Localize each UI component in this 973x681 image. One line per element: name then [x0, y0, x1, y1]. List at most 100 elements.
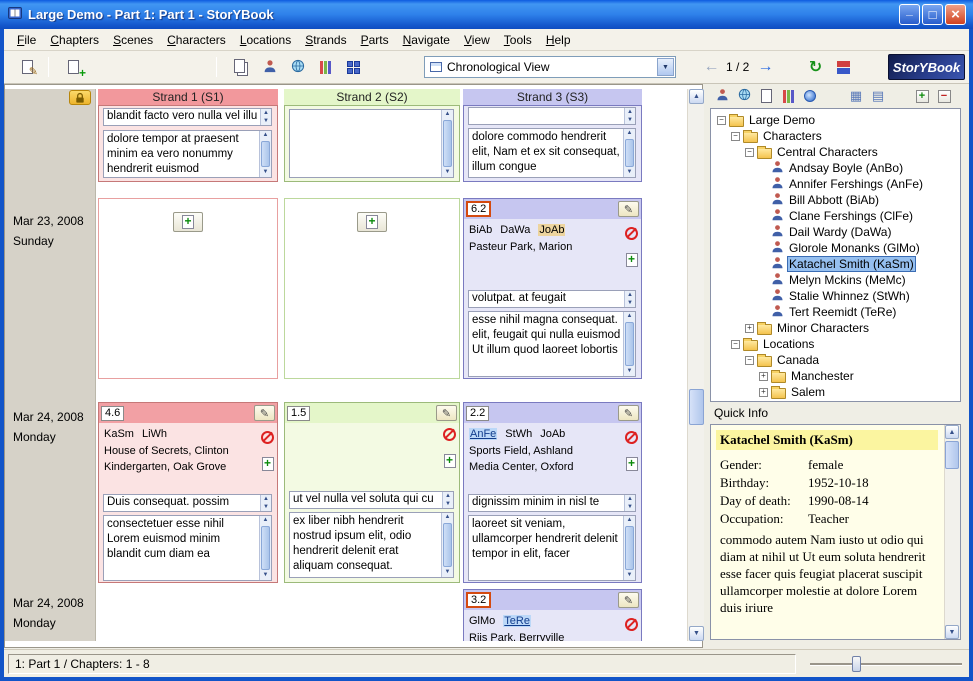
- add-scene-icon[interactable]: [626, 457, 638, 471]
- menu-navigate[interactable]: Navigate: [396, 30, 457, 50]
- area-scrollbar[interactable]: [441, 110, 453, 177]
- collapse-all-button[interactable]: −: [934, 86, 954, 106]
- scroll-up-button[interactable]: [945, 425, 959, 439]
- scene-text-area[interactable]: ex liber nibh hendrerit nostrud ipsum el…: [289, 512, 454, 578]
- scene-summary-field[interactable]: Duis consequat. possim: [103, 494, 272, 512]
- tree-item-bill-abbott[interactable]: Bill Abbott (BiAb): [711, 192, 960, 208]
- tree-item-minor-characters[interactable]: Minor Characters: [711, 320, 960, 336]
- add-scene-button[interactable]: [173, 212, 203, 232]
- expand-toggle[interactable]: [759, 388, 768, 397]
- show-locations-button[interactable]: [734, 86, 754, 106]
- menu-chapters[interactable]: Chapters: [43, 30, 106, 50]
- scene-card-partial[interactable]: blandit facto vero nulla vel illu dolore…: [98, 105, 278, 182]
- open-project-button[interactable]: ✎: [14, 54, 41, 80]
- scene-card-1-5[interactable]: 1.5 ut vel nulla vel soluta qui cu ex li…: [284, 402, 460, 583]
- edit-scene-button[interactable]: [618, 405, 639, 421]
- manage-chapters-button[interactable]: [228, 54, 255, 80]
- area-scrollbar[interactable]: [259, 131, 271, 177]
- field-scrollbar[interactable]: [624, 495, 635, 511]
- view-selector[interactable]: Chronological View: [424, 56, 676, 78]
- scene-text-area[interactable]: esse nihil magna consequat. elit, feugai…: [468, 311, 636, 377]
- show-characters-button[interactable]: [712, 86, 732, 106]
- exclude-scene-icon[interactable]: [625, 618, 638, 631]
- expand-all-button[interactable]: +: [912, 86, 932, 106]
- scrollbar-thumb[interactable]: [945, 441, 959, 469]
- zoom-slider[interactable]: [810, 654, 962, 674]
- tree-item-manchester[interactable]: Manchester: [711, 368, 960, 384]
- menu-view[interactable]: View: [457, 30, 497, 50]
- scene-text-area[interactable]: [289, 109, 454, 178]
- collapse-toggle[interactable]: [731, 132, 740, 141]
- area-scrollbar[interactable]: [623, 312, 635, 376]
- menu-parts[interactable]: Parts: [354, 30, 396, 50]
- tree-item-tert-reemidt[interactable]: Tert Reemidt (TeRe): [711, 304, 960, 320]
- scene-text-area[interactable]: consectetuer esse nihil Lorem euismod mi…: [103, 515, 272, 581]
- menu-tools[interactable]: Tools: [497, 30, 539, 50]
- field-scrollbar[interactable]: [624, 291, 635, 307]
- field-scrollbar[interactable]: [260, 109, 271, 125]
- area-scrollbar[interactable]: [441, 513, 453, 577]
- scene-text-area[interactable]: dolore tempor at praesent minim ea vero …: [103, 130, 272, 178]
- lock-button[interactable]: [69, 90, 91, 105]
- scene-card-4-6[interactable]: 4.6 KaSm LiWh House of Secrets, Clinton …: [98, 402, 278, 583]
- field-scrollbar[interactable]: [624, 108, 635, 124]
- tree-item-locations[interactable]: Locations: [711, 336, 960, 352]
- tree-item-large-demo[interactable]: Large Demo: [711, 112, 960, 128]
- scene-summary-field[interactable]: blandit facto vero nulla vel illu: [103, 108, 272, 126]
- field-scrollbar[interactable]: [442, 492, 453, 508]
- previous-part-button[interactable]: ←: [698, 54, 725, 80]
- layout-rows-button[interactable]: ▤: [868, 86, 888, 106]
- maximize-button[interactable]: [922, 4, 943, 25]
- tree-item-characters[interactable]: Characters: [711, 128, 960, 144]
- title-bar[interactable]: Large Demo - Part 1: Part 1 - StorYBook: [0, 0, 973, 29]
- add-scene-icon[interactable]: [262, 457, 274, 471]
- tree-item-andsay-boyle[interactable]: Andsay Boyle (AnBo): [711, 160, 960, 176]
- exclude-scene-icon[interactable]: [625, 227, 638, 240]
- exclude-scene-icon[interactable]: [261, 431, 274, 444]
- tree-item-stalie-whinnez[interactable]: Stalie Whinnez (StWh): [711, 288, 960, 304]
- menu-strands[interactable]: Strands: [298, 30, 353, 50]
- exclude-scene-icon[interactable]: [625, 431, 638, 444]
- vertical-scrollbar[interactable]: [687, 89, 704, 641]
- menu-help[interactable]: Help: [539, 30, 578, 50]
- scene-summary-field[interactable]: ut vel nulla vel soluta qui cu: [289, 491, 454, 509]
- edit-scene-button[interactable]: [618, 201, 639, 217]
- scroll-up-button[interactable]: [689, 89, 704, 104]
- expand-toggle[interactable]: [745, 324, 754, 333]
- layout-grid-button[interactable]: ▦: [846, 86, 866, 106]
- scene-text-area[interactable]: laoreet sit veniam, ullamcorper hendreri…: [468, 515, 636, 581]
- collapse-toggle[interactable]: [745, 148, 754, 157]
- menu-locations[interactable]: Locations: [233, 30, 298, 50]
- scene-card-partial[interactable]: dolore commodo hendrerit elit, Nam et ex…: [463, 105, 642, 182]
- show-strands-button[interactable]: [778, 86, 798, 106]
- edit-scene-button[interactable]: [436, 405, 457, 421]
- tree-item-glorole-monanks[interactable]: Glorole Monanks (GlMo): [711, 240, 960, 256]
- minimize-button[interactable]: [899, 4, 920, 25]
- exclude-scene-icon[interactable]: [443, 428, 456, 441]
- menu-scenes[interactable]: Scenes: [106, 30, 160, 50]
- scene-card-6-2[interactable]: 6.2 BiAb DaWa JoAb Pasteur Park, Marion: [463, 198, 642, 379]
- manage-strands-button[interactable]: [312, 54, 339, 80]
- refresh-button[interactable]: ↻: [802, 54, 829, 80]
- add-scene-button[interactable]: [357, 212, 387, 232]
- menu-file[interactable]: File: [10, 30, 43, 50]
- tree-item-central-characters[interactable]: Central Characters: [711, 144, 960, 160]
- scene-summary-field[interactable]: [468, 107, 636, 125]
- tree-item-dail-wardy[interactable]: Dail Wardy (DaWa): [711, 224, 960, 240]
- add-scene-icon[interactable]: [444, 454, 456, 468]
- show-scenes-button[interactable]: [756, 86, 776, 106]
- tree-item-annifer-fershings[interactable]: Annifer Fershings (AnFe): [711, 176, 960, 192]
- scene-summary-field[interactable]: dignissim minim in nisl te: [468, 494, 636, 512]
- scene-card-2-2[interactable]: 2.2 AnFe StWh JoAb Sports Field, Ashland…: [463, 402, 642, 583]
- add-scene-icon[interactable]: [626, 253, 638, 267]
- collapse-toggle[interactable]: [717, 116, 726, 125]
- manage-parts-button[interactable]: [340, 54, 367, 80]
- area-scrollbar[interactable]: [623, 516, 635, 580]
- area-scrollbar[interactable]: [259, 516, 271, 580]
- tree-item-salem[interactable]: Salem: [711, 384, 960, 400]
- next-part-button[interactable]: →: [752, 54, 779, 80]
- collapse-toggle[interactable]: [745, 356, 754, 365]
- manage-characters-button[interactable]: [256, 54, 283, 80]
- expand-toggle[interactable]: [759, 372, 768, 381]
- scene-text-area[interactable]: dolore commodo hendrerit elit, Nam et ex…: [468, 128, 636, 178]
